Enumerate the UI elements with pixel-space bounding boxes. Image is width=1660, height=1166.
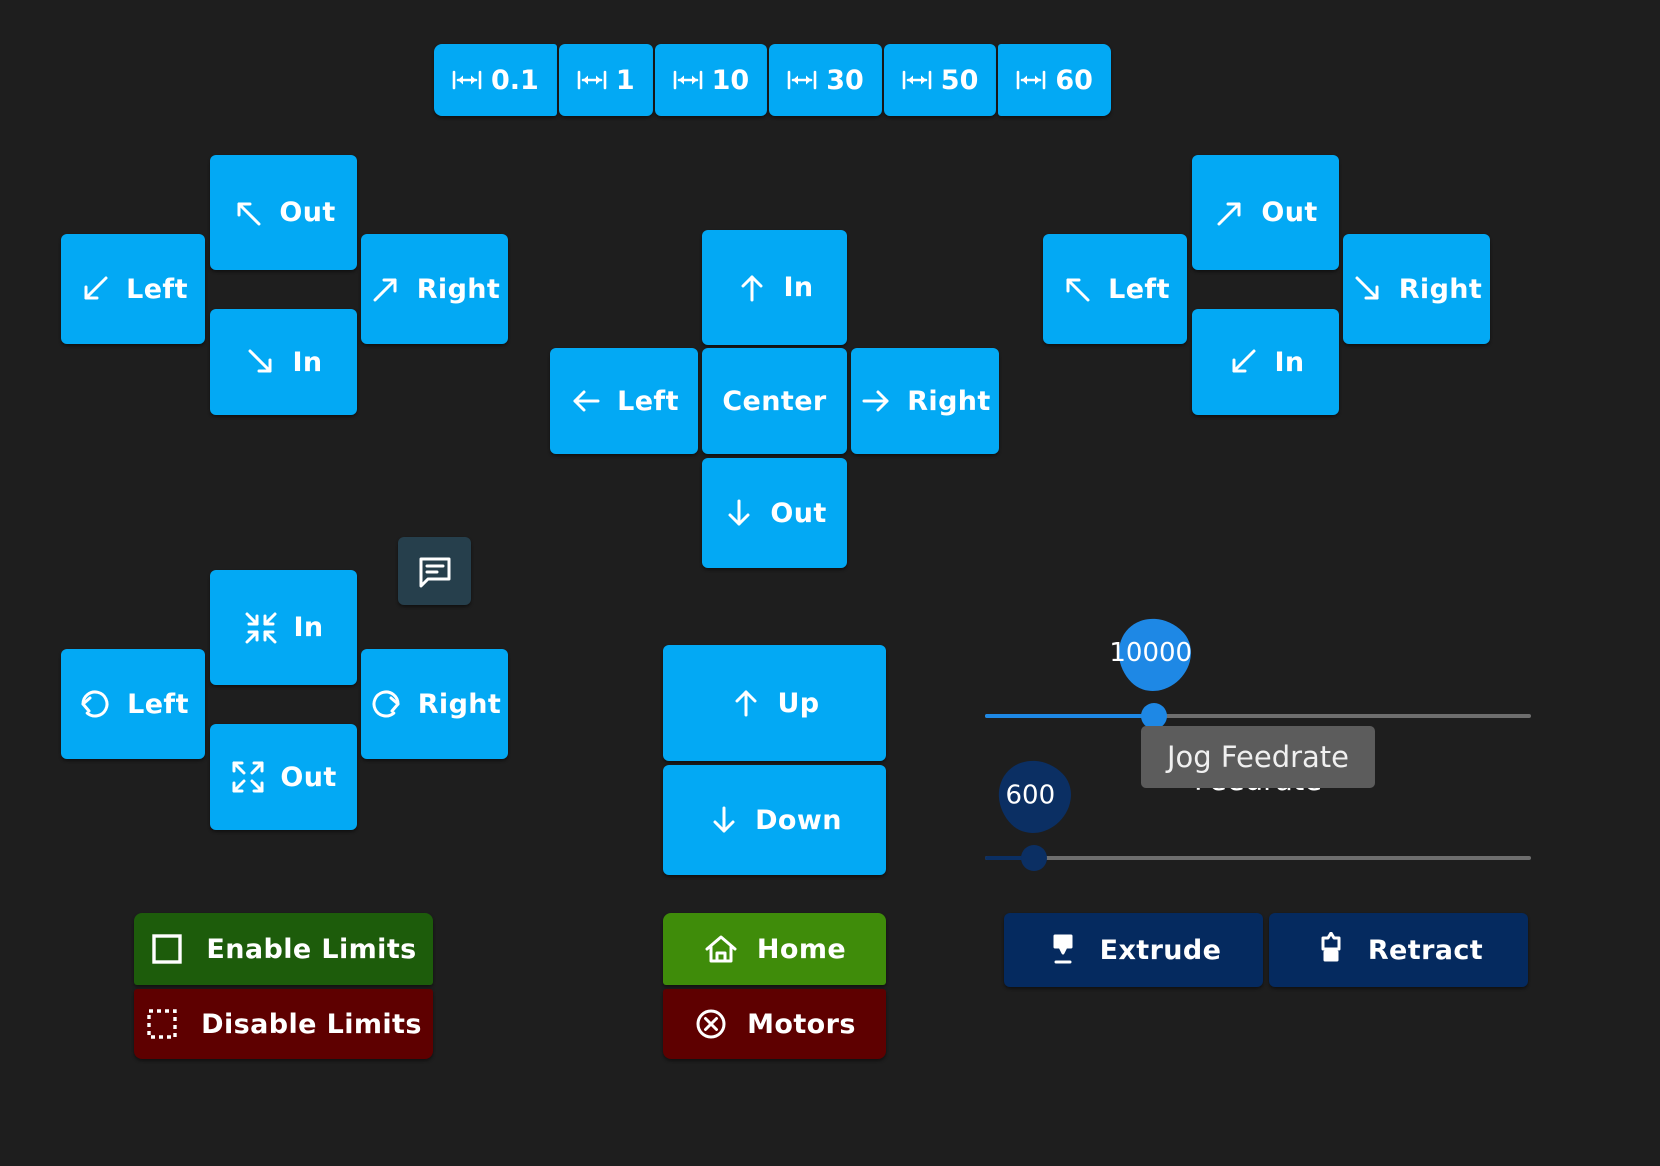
feedrate-value: 600 — [1005, 780, 1056, 811]
button-label: Enable Limits — [206, 933, 417, 965]
button-label: Home — [756, 933, 847, 965]
circle-x-icon — [693, 1006, 729, 1042]
extrude-down-icon — [1046, 932, 1080, 968]
feedrate-knob[interactable] — [1021, 845, 1047, 871]
retract-button[interactable]: Retract — [1269, 913, 1528, 987]
jog-feedrate-tooltip: Jog Feedrate — [1140, 726, 1376, 788]
motors-button[interactable]: Motors — [663, 989, 886, 1059]
jog-feedrate-value-pin: 10000 — [1103, 603, 1205, 705]
button-label: Motors — [747, 1008, 856, 1040]
retract-up-icon — [1314, 932, 1348, 968]
square-dashed-icon — [145, 1007, 179, 1041]
jog-feedrate-track[interactable] — [985, 714, 1531, 718]
square-solid-outline-icon — [150, 932, 184, 966]
jog-control-panel: 0.1 1 10 30 50 60 Out Left Right In In L… — [0, 0, 1660, 1166]
home-button[interactable]: Home — [663, 913, 886, 985]
disable-limits-button[interactable]: Disable Limits — [134, 989, 433, 1059]
button-label: Retract — [1367, 934, 1484, 966]
button-label: Disable Limits — [201, 1008, 422, 1040]
feedrate-track[interactable] — [985, 856, 1531, 860]
feedrate-value-pin: 600 — [983, 745, 1085, 847]
home-icon — [703, 931, 739, 967]
jog-feedrate-value: 10000 — [1109, 638, 1192, 669]
button-label: Extrude — [1099, 934, 1222, 966]
jog-feedrate-fill — [985, 714, 1155, 718]
enable-limits-button[interactable]: Enable Limits — [134, 913, 433, 985]
extrude-button[interactable]: Extrude — [1004, 913, 1263, 987]
